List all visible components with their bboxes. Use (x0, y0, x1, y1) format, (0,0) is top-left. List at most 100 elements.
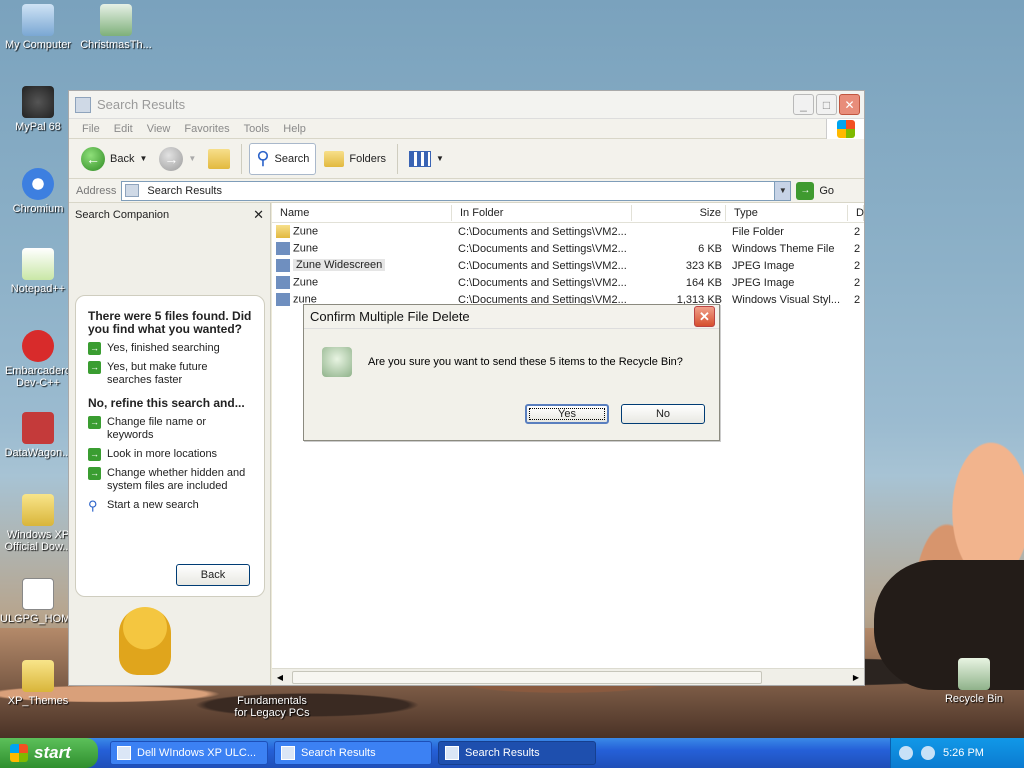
jpeg-image-icon (276, 259, 290, 272)
back-button[interactable]: ← Back ▼ (77, 143, 151, 175)
menu-file[interactable]: File (75, 123, 107, 135)
document-icon (22, 578, 54, 610)
minimize-button[interactable]: _ (793, 94, 814, 115)
forward-arrow-icon: → (159, 146, 184, 171)
search-dog-icon[interactable] (119, 607, 171, 675)
address-dropdown-button[interactable]: ▼ (774, 181, 791, 200)
views-button[interactable]: ▼ (405, 143, 448, 175)
table-row[interactable]: Zune C:\Documents and Settings\VM2... 6 … (272, 240, 864, 257)
menu-bar: File Edit View Favorites Tools Help (69, 118, 864, 139)
horizontal-scrollbar[interactable]: ◀ ▶ (272, 668, 864, 685)
option-hidden-files[interactable]: → Change whether hidden and system files … (88, 467, 252, 493)
desktop-icon-devcpp[interactable]: Embarcadero Dev-C++ (0, 330, 76, 389)
address-field[interactable]: Search Results ▼ (121, 180, 792, 201)
toolbar-separator (397, 143, 399, 174)
taskbar-item-search-2[interactable]: Search Results (438, 741, 596, 765)
desktop-icon-xpthemes[interactable]: XP_Themes (0, 660, 76, 707)
chromium-icon (22, 168, 54, 200)
menu-favorites[interactable]: Favorites (177, 123, 236, 135)
green-arrow-icon: → (88, 467, 101, 480)
taskbar-item-search-1[interactable]: Search Results (274, 741, 432, 765)
dialog-close-button[interactable]: ✕ (694, 306, 715, 327)
views-icon (409, 150, 432, 167)
go-button[interactable]: → Go (796, 181, 834, 200)
search-watermark-icon (718, 520, 858, 660)
yes-button[interactable]: Yes (525, 404, 609, 424)
scroll-left-icon[interactable]: ◀ (272, 673, 288, 682)
folders-icon (324, 150, 345, 167)
back-arrow-icon: ← (81, 146, 105, 171)
search-results-icon (125, 184, 140, 197)
menu-edit[interactable]: Edit (107, 123, 140, 135)
confirm-delete-dialog: Confirm Multiple File Delete ✕ Are you s… (303, 304, 720, 441)
taskbar-item-dell[interactable]: Dell WIndows XP ULC... (110, 741, 268, 765)
folders-button[interactable]: Folders (320, 143, 390, 175)
windows-logo-icon (826, 118, 864, 139)
desktop-icon-christmas[interactable]: ChristmasTh... (78, 4, 154, 51)
start-button[interactable]: start (0, 738, 98, 768)
table-row[interactable]: Zune C:\Documents and Settings\VM2... Fi… (272, 223, 864, 240)
chevron-down-icon: ▼ (436, 154, 444, 163)
search-companion-title: Search Companion (75, 209, 170, 221)
companion-bubble: There were 5 files found. Did you find w… (75, 295, 265, 597)
toolbar: ← Back ▼ → ▼ ⚲ Search Folders ▼ (69, 139, 864, 179)
no-button[interactable]: No (621, 404, 705, 424)
desktop-icon-recycle-bin[interactable]: Recycle Bin (936, 658, 1012, 705)
dialog-message: Are you sure you want to send these 5 it… (368, 356, 683, 368)
green-arrow-icon: → (88, 342, 101, 355)
notepad-plus-icon (22, 248, 54, 280)
table-row[interactable]: Zune C:\Documents and Settings\VM2... 16… (272, 274, 864, 291)
clock[interactable]: 5:26 PM (943, 747, 984, 759)
network-icon[interactable] (899, 746, 913, 760)
companion-back-button[interactable]: Back (176, 564, 250, 586)
scroll-right-icon[interactable]: ▶ (848, 673, 864, 682)
address-value: Search Results (147, 184, 222, 197)
menu-help[interactable]: Help (276, 123, 313, 135)
address-label: Address (76, 184, 117, 197)
column-name[interactable]: Name (272, 204, 452, 221)
forward-button[interactable]: → ▼ (155, 143, 200, 175)
menu-view[interactable]: View (140, 123, 178, 135)
results-heading: There were 5 files found. Did you find w… (88, 309, 252, 336)
desktop-icon-mypal[interactable]: MyPal 68 (0, 86, 76, 133)
folder-icon (276, 225, 290, 238)
column-size[interactable]: Size (632, 204, 726, 221)
option-more-locations[interactable]: → Look in more locations (88, 448, 252, 461)
column-type[interactable]: Type (726, 204, 848, 221)
volume-icon[interactable] (921, 746, 935, 760)
up-folder-button[interactable] (204, 143, 234, 175)
desktop-icon-chromium[interactable]: Chromium (0, 168, 76, 215)
option-finished[interactable]: → Yes, finished searching (88, 342, 252, 355)
window-icon (117, 746, 131, 760)
mypal-icon (22, 86, 54, 118)
desktop-icon-fundamentals[interactable]: Fundamentals for Legacy PCs (230, 695, 314, 719)
desktop-icon-my-computer[interactable]: My Computer (0, 4, 76, 51)
close-pane-icon[interactable]: ✕ (253, 207, 264, 223)
option-change-name[interactable]: → Change file name or keywords (88, 416, 252, 442)
close-button[interactable]: ✕ (839, 94, 860, 115)
datawagon-icon (22, 412, 54, 444)
option-faster[interactable]: → Yes, but make future searches faster (88, 361, 252, 387)
chevron-down-icon[interactable]: ▼ (139, 154, 147, 163)
window-icon (445, 746, 459, 760)
green-arrow-icon: → (88, 416, 101, 429)
desktop-icon-winxp[interactable]: Windows XP Official Dow... (0, 494, 76, 553)
dialog-titlebar[interactable]: Confirm Multiple File Delete ✕ (304, 305, 719, 329)
column-in-folder[interactable]: In Folder (452, 204, 632, 221)
zip-folder-icon (22, 494, 54, 526)
option-new-search[interactable]: ⚲ Start a new search (88, 499, 252, 512)
desktop-icon-notepad[interactable]: Notepad++ (0, 248, 76, 295)
search-icon: ⚲ (88, 498, 98, 513)
menu-tools[interactable]: Tools (237, 123, 277, 135)
maximize-button[interactable]: □ (816, 94, 837, 115)
window-titlebar[interactable]: Search Results _ □ ✕ (69, 91, 864, 119)
search-button[interactable]: ⚲ Search (249, 142, 317, 175)
desktop-icon-datawagon[interactable]: DataWagon... (0, 412, 76, 459)
column-date[interactable]: D (848, 204, 864, 221)
up-folder-icon (208, 148, 231, 169)
scrollbar-thumb[interactable] (292, 670, 762, 684)
desktop-icon-ulgpg[interactable]: ULGPG_HOM... (0, 578, 79, 625)
window-title: Search Results (97, 97, 186, 112)
table-row[interactable]: Zune Widescreen C:\Documents and Setting… (272, 257, 864, 274)
recycle-bin-icon (322, 347, 352, 377)
